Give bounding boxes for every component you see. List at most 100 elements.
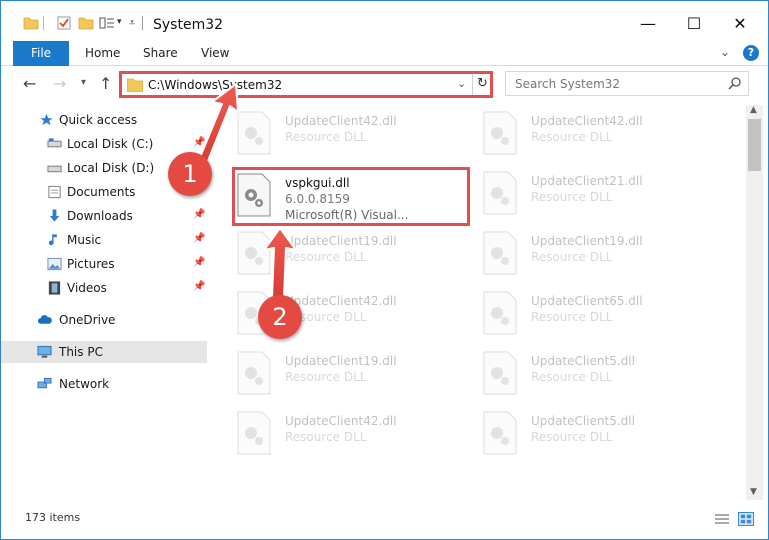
tab-view[interactable]: View	[201, 41, 229, 66]
list-item[interactable]: UpdateClient42.dll Resource DLL	[483, 111, 723, 161]
sidebar-item-label: Downloads	[67, 209, 133, 223]
folder-icon[interactable]	[23, 15, 39, 31]
address-path[interactable]: C:\Windows\System32	[148, 78, 282, 92]
minimize-button[interactable]: —	[625, 9, 671, 39]
chevron-down-icon[interactable]: ⌄	[457, 77, 466, 90]
item-count: 173 items	[25, 511, 81, 524]
pin-icon[interactable]: 📌	[193, 281, 205, 292]
file-name: UpdateClient19.dll	[285, 234, 397, 248]
step-1-badge: 1	[168, 152, 212, 196]
dll-file-icon	[237, 351, 271, 395]
sidebar-item-label: Videos	[67, 281, 107, 295]
search-input[interactable]: Search System32	[505, 71, 749, 96]
list-item[interactable]: UpdateClient19.dll Resource DLL	[483, 231, 723, 281]
file-description: Resource DLL	[531, 250, 613, 264]
pin-icon[interactable]: 📌	[193, 233, 205, 244]
status-bar: 173 items	[1, 502, 768, 539]
recent-locations-icon[interactable]: ▾	[81, 77, 86, 88]
expand-ribbon-icon[interactable]: ⌄	[720, 45, 730, 59]
title-bar: ▾ ⩡ System32 — ☐ ✕	[1, 1, 768, 41]
back-arrow-icon[interactable]: ←	[23, 74, 36, 93]
pin-icon[interactable]: 📌	[193, 257, 205, 268]
file-description: Resource DLL	[531, 310, 613, 324]
forward-arrow-icon[interactable]: →	[53, 74, 66, 93]
quick-access-separator	[43, 16, 44, 30]
file-name: UpdateClient42.dll	[531, 114, 643, 128]
sidebar-item-pictures[interactable]: Pictures 📌	[1, 253, 207, 275]
help-icon[interactable]: ?	[743, 45, 759, 61]
file-description: Resource DLL	[531, 130, 613, 144]
tiles-view-icon[interactable]	[738, 512, 754, 526]
new-folder-icon[interactable]	[78, 15, 94, 31]
refresh-icon[interactable]: ↻	[477, 76, 488, 91]
cloud-icon	[37, 315, 52, 324]
properties-icon[interactable]	[56, 15, 72, 31]
pin-icon[interactable]: 📌	[193, 137, 205, 148]
sidebar-item-this-pc[interactable]: This PC	[1, 341, 207, 363]
file-name: UpdateClient42.dll	[285, 414, 397, 428]
monitor-icon	[37, 345, 52, 358]
scroll-down-icon[interactable]: ▼	[750, 487, 757, 497]
sidebar-item-music[interactable]: Music 📌	[1, 229, 207, 251]
scrollbar-thumb[interactable]	[748, 119, 761, 171]
sidebar-item-onedrive[interactable]: OneDrive	[1, 309, 207, 331]
search-icon[interactable]	[728, 76, 742, 90]
details-view-icon[interactable]	[714, 512, 730, 526]
tab-share[interactable]: Share	[143, 41, 178, 66]
sidebar-item-label: Music	[67, 233, 102, 247]
sidebar-item-label: Quick access	[59, 113, 138, 127]
sidebar-item-videos[interactable]: Videos 📌	[1, 277, 207, 299]
sidebar-item-network[interactable]: Network	[1, 373, 207, 395]
file-explorer-window: ▾ ⩡ System32 — ☐ ✕ File Home Share View …	[0, 0, 769, 540]
sidebar-item-local-disk-c[interactable]: Local Disk (C:) 📌	[1, 133, 207, 155]
file-description: Resource DLL	[285, 370, 367, 384]
file-highlight-box	[232, 167, 470, 226]
list-item[interactable]: UpdateClient42.dll Resource DLL	[237, 411, 477, 461]
address-bar[interactable]: C:\Windows\System32 ⌄ ↻	[119, 71, 493, 98]
up-arrow-icon[interactable]: ↑	[99, 74, 112, 93]
tab-file[interactable]: File	[13, 41, 69, 66]
file-description: Resource DLL	[285, 250, 367, 264]
tab-home[interactable]: Home	[85, 41, 120, 66]
file-description: Resource DLL	[531, 370, 613, 384]
maximize-button[interactable]: ☐	[671, 9, 717, 39]
star-icon	[40, 113, 53, 126]
file-name: UpdateClient19.dll	[531, 234, 643, 248]
list-item[interactable]: UpdateClient21.dll Resource DLL	[483, 171, 723, 221]
file-description: Resource DLL	[285, 430, 367, 444]
file-name: UpdateClient42.dll	[285, 114, 397, 128]
list-item[interactable]: UpdateClient5.dll Resource DLL	[483, 411, 723, 461]
search-placeholder: Search System32	[515, 77, 621, 91]
file-description: Resource DLL	[531, 190, 613, 204]
list-item[interactable]: UpdateClient42.dll Resource DLL	[237, 111, 477, 161]
sidebar-item-downloads[interactable]: Downloads 📌	[1, 205, 207, 227]
sidebar-item-label: Local Disk (D:)	[67, 161, 155, 175]
list-item[interactable]: UpdateClient65.dll Resource DLL	[483, 291, 723, 341]
view-options-icon[interactable]	[99, 15, 115, 31]
list-item[interactable]: UpdateClient19.dll Resource DLL	[237, 351, 477, 401]
vertical-scrollbar[interactable]: ▲ ▼	[746, 105, 763, 500]
dll-file-icon	[237, 411, 271, 455]
file-name: UpdateClient42.dll	[285, 294, 397, 308]
documents-icon	[48, 185, 61, 199]
folder-icon	[127, 78, 143, 92]
pin-icon[interactable]: 📌	[193, 209, 205, 220]
list-item[interactable]: UpdateClient19.dll Resource DLL	[237, 231, 477, 281]
list-item[interactable]: UpdateClient5.dll Resource DLL	[483, 351, 723, 401]
title-separator	[142, 16, 143, 30]
sidebar-item-quick-access[interactable]: Quick access	[1, 109, 207, 131]
window-title: System32	[153, 17, 224, 33]
close-button[interactable]: ✕	[717, 9, 763, 39]
sidebar-item-label: Network	[59, 377, 110, 391]
dll-file-icon	[483, 231, 517, 275]
download-arrow-icon	[49, 209, 60, 222]
address-separator	[472, 74, 473, 95]
sidebar-item-label: Pictures	[67, 257, 115, 271]
chevron-down-icon[interactable]: ▾	[117, 17, 122, 27]
file-description: Resource DLL	[285, 130, 367, 144]
pictures-icon	[47, 257, 62, 271]
dll-file-icon	[483, 411, 517, 455]
customize-toolbar-icon[interactable]: ⩡	[129, 16, 135, 30]
step-2-badge: 2	[258, 295, 302, 339]
scroll-up-icon[interactable]: ▲	[750, 105, 757, 115]
